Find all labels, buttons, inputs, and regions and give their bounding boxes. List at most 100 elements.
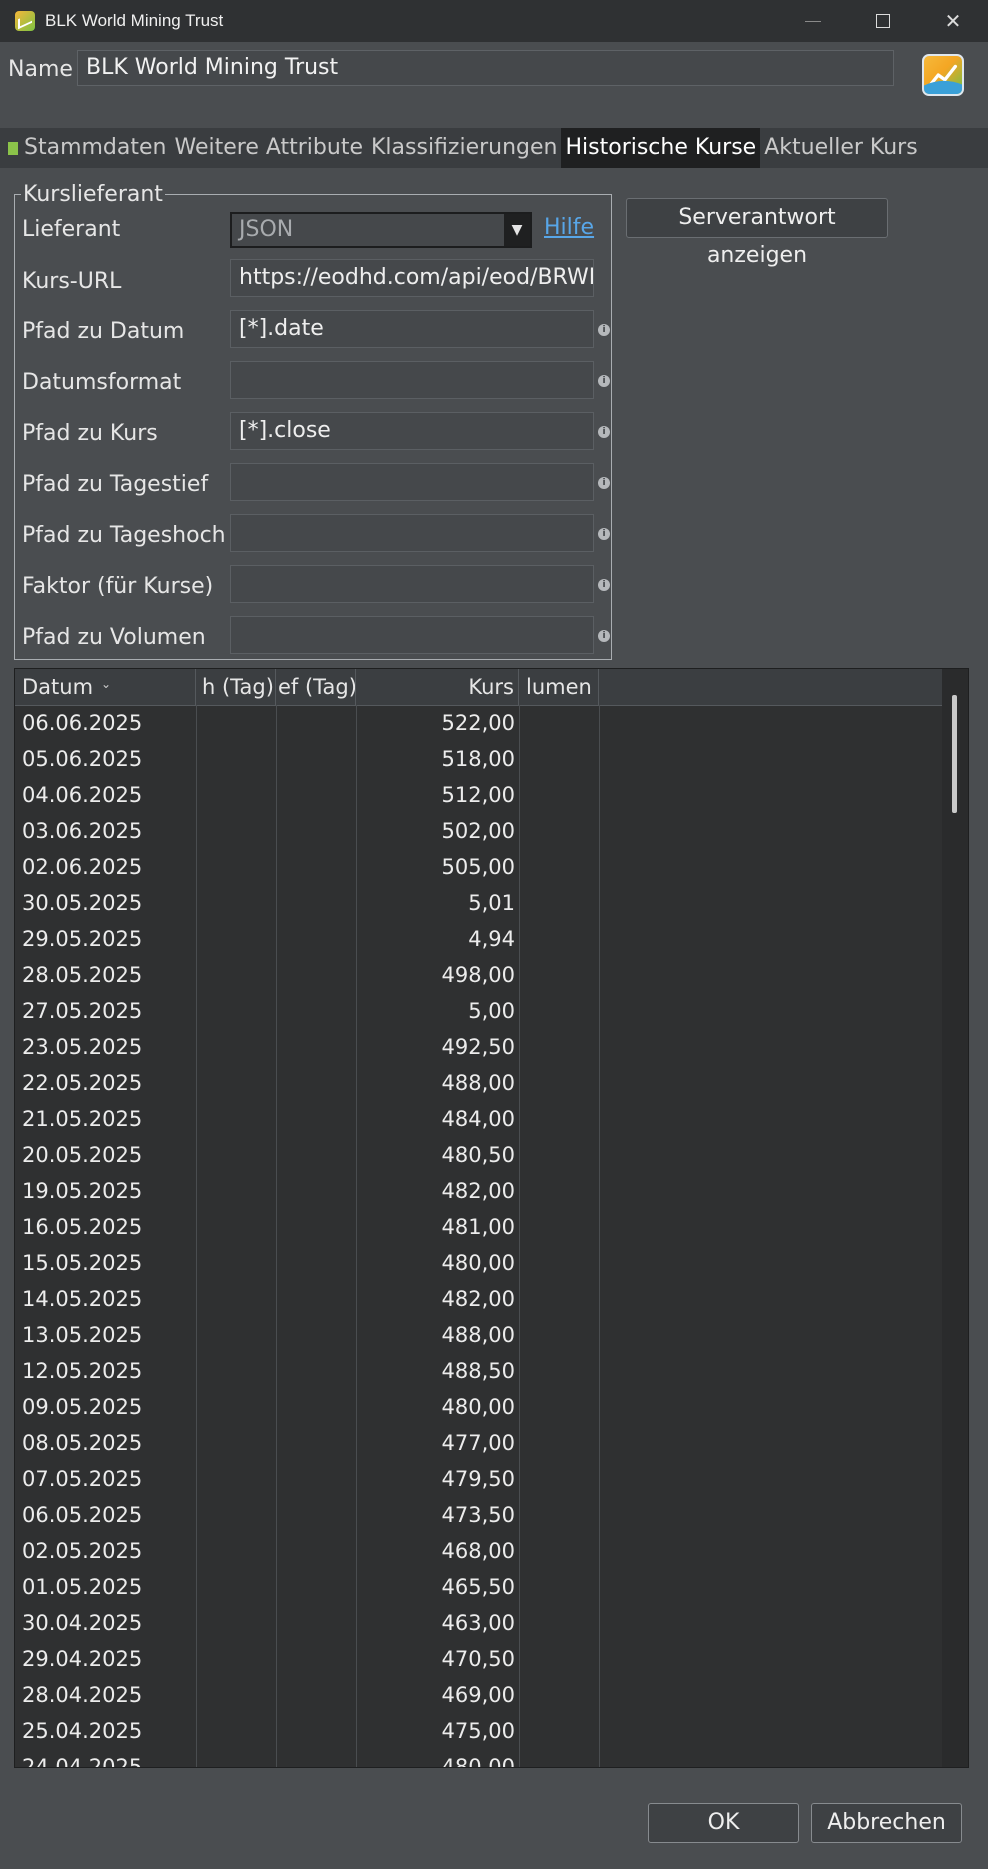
table-row[interactable]: 22.05.2025 488,00 [15, 1065, 943, 1101]
table-row[interactable]: 13.05.2025 488,00 [15, 1317, 943, 1353]
pfad-volumen-input[interactable] [230, 616, 594, 654]
tab-stammdaten[interactable]: Stammdaten [20, 128, 170, 168]
pfad-tageshoch-input[interactable] [230, 514, 594, 552]
tab-historische-kurse[interactable]: Historische Kurse [561, 128, 761, 168]
table-row[interactable]: 19.05.2025 482,00 [15, 1173, 943, 1209]
close-button[interactable]: ✕ [918, 0, 988, 42]
cell-datum: 29.05.2025 [22, 927, 143, 951]
cell-kurs: 488,50 [441, 1359, 515, 1383]
cell-datum: 07.05.2025 [22, 1467, 143, 1491]
table-row[interactable]: 28.05.2025 498,00 [15, 957, 943, 993]
pfad-datum-input[interactable]: [*].date [230, 310, 594, 348]
table-row[interactable]: 29.04.2025 470,50 [15, 1641, 943, 1677]
table-row[interactable]: 28.04.2025 469,00 [15, 1677, 943, 1713]
minimize-button[interactable] [778, 0, 848, 42]
table-row[interactable]: 07.05.2025 479,50 [15, 1461, 943, 1497]
cell-datum: 15.05.2025 [22, 1251, 143, 1275]
header-kurs[interactable]: Kurs [356, 669, 519, 705]
cell-kurs: 4,94 [468, 927, 515, 951]
title-bar: BLK World Mining Trust ✕ [0, 0, 988, 42]
cell-datum: 08.05.2025 [22, 1431, 143, 1455]
cell-datum: 16.05.2025 [22, 1215, 143, 1239]
table-row[interactable]: 09.05.2025 480,00 [15, 1389, 943, 1425]
info-icon[interactable]: i [598, 528, 610, 540]
scrollbar-thumb[interactable] [952, 695, 957, 813]
table-body: 06.06.2025 522,00 05.06.2025 518,00 04.06.20… [15, 705, 943, 1768]
cell-kurs: 469,00 [441, 1683, 515, 1707]
header-volumen[interactable]: lumen [519, 669, 599, 705]
table-row[interactable]: 02.05.2025 468,00 [15, 1533, 943, 1569]
cell-kurs: 475,00 [441, 1719, 515, 1743]
info-icon[interactable]: i [598, 477, 610, 489]
table-row[interactable]: 03.06.2025 502,00 [15, 813, 943, 849]
table-row[interactable]: 15.05.2025 480,00 [15, 1245, 943, 1281]
name-label: Name [8, 57, 73, 82]
faktor-input[interactable] [230, 565, 594, 603]
vertical-scrollbar[interactable] [942, 669, 968, 1767]
table-row[interactable]: 23.05.2025 492,50 [15, 1029, 943, 1065]
tab-aktueller-kurs[interactable]: Aktueller Kurs [760, 128, 921, 168]
header-datum-label: Datum [22, 675, 94, 699]
cell-datum: 01.05.2025 [22, 1575, 143, 1599]
cell-kurs: 505,00 [441, 855, 515, 879]
pfad-kurs-input[interactable]: [*].close [230, 412, 594, 450]
info-icon[interactable]: i [598, 579, 610, 591]
kurs-url-input[interactable]: https://eodhd.com/api/eod/BRWM [230, 259, 594, 297]
cell-datum: 06.05.2025 [22, 1503, 143, 1527]
header-datum[interactable]: Datum ⌄ [15, 669, 196, 705]
table-row[interactable]: 30.04.2025 463,00 [15, 1605, 943, 1641]
table-row[interactable]: 29.05.2025 4,94 [15, 921, 943, 957]
cell-datum: 30.05.2025 [22, 891, 143, 915]
cell-datum: 28.05.2025 [22, 963, 143, 987]
cell-kurs: 480,50 [441, 1143, 515, 1167]
pfad-tagestief-label: Pfad zu Tagestief [22, 472, 209, 497]
table-row[interactable]: 04.06.2025 512,00 [15, 777, 943, 813]
table-row[interactable]: 12.05.2025 488,50 [15, 1353, 943, 1389]
table-row[interactable]: 02.06.2025 505,00 [15, 849, 943, 885]
table-row[interactable]: 08.05.2025 477,00 [15, 1425, 943, 1461]
table-row[interactable]: 24.04.2025 480,00 [15, 1749, 943, 1768]
info-icon[interactable]: i [598, 375, 610, 387]
table-row[interactable]: 16.05.2025 481,00 [15, 1209, 943, 1245]
cell-kurs: 5,01 [468, 891, 515, 915]
table-row[interactable]: 01.05.2025 465,50 [15, 1569, 943, 1605]
datumsformat-input[interactable] [230, 361, 594, 399]
cell-datum: 04.06.2025 [22, 783, 143, 807]
table-row[interactable]: 27.05.2025 5,00 [15, 993, 943, 1029]
cell-datum: 02.05.2025 [22, 1539, 143, 1563]
table-row[interactable]: 06.05.2025 473,50 [15, 1497, 943, 1533]
tab-klassifizierungen[interactable]: Klassifizierungen [367, 128, 561, 168]
dropdown-arrow-icon[interactable]: ▼ [504, 214, 530, 246]
ok-button[interactable]: OK [648, 1803, 799, 1843]
cell-kurs: 482,00 [441, 1287, 515, 1311]
cell-kurs: 492,50 [441, 1035, 515, 1059]
info-icon[interactable]: i [598, 426, 610, 438]
sort-down-icon: ⌄ [101, 677, 112, 691]
header-tagestief[interactable]: ef (Tag) [276, 669, 356, 705]
name-input[interactable]: BLK World Mining Trust [77, 50, 894, 86]
table-row[interactable]: 20.05.2025 480,50 [15, 1137, 943, 1173]
cell-datum: 24.04.2025 [22, 1755, 143, 1768]
table-row[interactable]: 30.05.2025 5,01 [15, 885, 943, 921]
cancel-button[interactable]: Abbrechen [811, 1803, 962, 1843]
table-row[interactable]: 25.04.2025 475,00 [15, 1713, 943, 1749]
info-icon[interactable]: i [598, 324, 610, 336]
table-row[interactable]: 14.05.2025 482,00 [15, 1281, 943, 1317]
header-tageshoch[interactable]: h (Tag) [196, 669, 276, 705]
table-header: Datum ⌄ h (Tag) ef (Tag) Kurs lumen [15, 669, 943, 706]
serverantwort-button[interactable]: Serverantwort anzeigen [626, 198, 888, 268]
pfad-tagestief-input[interactable] [230, 463, 594, 501]
cell-datum: 25.04.2025 [22, 1719, 143, 1743]
cell-datum: 29.04.2025 [22, 1647, 143, 1671]
cell-kurs: 522,00 [441, 711, 515, 735]
cell-kurs: 480,00 [441, 1755, 515, 1768]
info-icon[interactable]: i [598, 630, 610, 642]
tab-weitere-attribute[interactable]: Weitere Attribute [170, 128, 367, 168]
hilfe-link[interactable]: Hilfe [544, 215, 594, 240]
table-row[interactable]: 21.05.2025 484,00 [15, 1101, 943, 1137]
table-row[interactable]: 06.06.2025 522,00 [15, 705, 943, 741]
lieferant-dropdown[interactable]: JSON ▼ [230, 212, 532, 248]
cell-kurs: 488,00 [441, 1071, 515, 1095]
table-row[interactable]: 05.06.2025 518,00 [15, 741, 943, 777]
maximize-button[interactable] [848, 0, 918, 42]
